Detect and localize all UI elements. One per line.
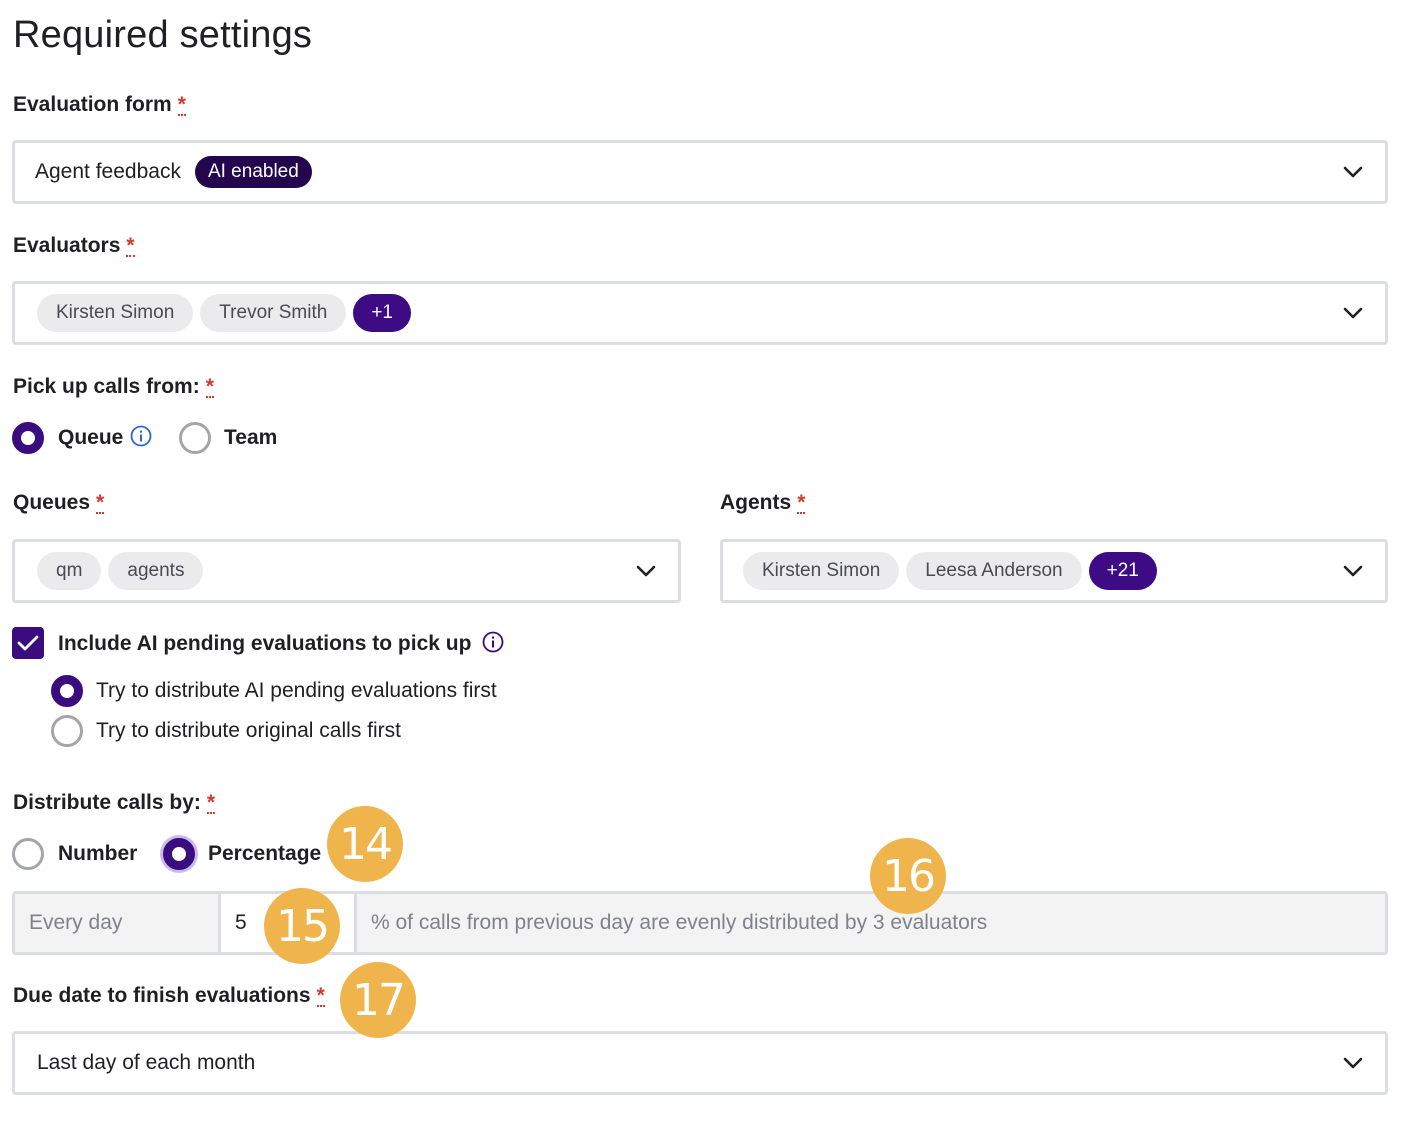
callout-marker: 14: [327, 806, 403, 882]
queues-label: Queues *: [13, 491, 105, 514]
required-mark: *: [96, 491, 105, 514]
required-mark: *: [177, 93, 186, 116]
distribution-rule-row: Every day 5 % of calls from previous day…: [12, 891, 1388, 955]
required-mark: *: [205, 375, 214, 398]
evaluation-form-label: Evaluation form *: [13, 93, 186, 116]
due-date-select[interactable]: Last day of each month: [12, 1031, 1388, 1095]
queue-radio-label[interactable]: Queue: [58, 426, 123, 450]
distribution-description: % of calls from previous day are evenly …: [371, 911, 988, 934]
more-agents-chip[interactable]: +21: [1088, 552, 1157, 590]
queues-select[interactable]: qm agents: [12, 539, 681, 603]
checkmark-icon: [17, 635, 39, 651]
evaluators-select[interactable]: Kirsten Simon Trevor Smith +1: [12, 281, 1388, 345]
agents-label: Agents *: [720, 491, 806, 514]
evaluator-chip: Trevor Smith: [200, 294, 347, 332]
include-ai-pending-checkbox[interactable]: [12, 627, 44, 659]
callout-marker: 17: [340, 962, 416, 1038]
team-radio[interactable]: [179, 422, 211, 454]
agent-chip: Leesa Anderson: [906, 552, 1082, 590]
info-icon[interactable]: [130, 425, 152, 447]
queue-chip: qm: [37, 552, 102, 590]
number-radio[interactable]: [12, 838, 44, 870]
more-evaluators-chip[interactable]: +1: [353, 294, 411, 332]
due-date-value: Last day of each month: [37, 1051, 256, 1074]
frequency-field[interactable]: Every day: [15, 894, 221, 952]
chevron-down-icon[interactable]: [1343, 1056, 1363, 1070]
chevron-down-icon[interactable]: [1343, 165, 1363, 179]
chevron-down-icon[interactable]: [1343, 306, 1363, 320]
info-icon[interactable]: [482, 631, 504, 653]
evaluator-chip: Kirsten Simon: [37, 294, 194, 332]
queue-chip: agents: [108, 552, 204, 590]
agents-select[interactable]: Kirsten Simon Leesa Anderson +21: [720, 539, 1388, 603]
agent-chip: Kirsten Simon: [743, 552, 900, 590]
chevron-down-icon[interactable]: [1343, 564, 1363, 578]
page-title: Required settings: [13, 14, 313, 56]
ai-enabled-badge: AI enabled: [194, 156, 312, 188]
distribute-label: Distribute calls by: *: [13, 791, 216, 814]
ai-pending-first-label[interactable]: Try to distribute AI pending evaluations…: [96, 679, 497, 703]
evaluators-label: Evaluators *: [13, 234, 135, 257]
callout-marker: 15: [264, 888, 340, 964]
evaluation-form-value: Agent feedback: [35, 160, 181, 183]
original-first-label[interactable]: Try to distribute original calls first: [96, 719, 401, 743]
required-mark: *: [316, 984, 325, 1007]
original-first-radio[interactable]: [51, 715, 83, 747]
due-date-label: Due date to finish evaluations *: [13, 984, 325, 1007]
number-radio-label[interactable]: Number: [58, 842, 137, 866]
percentage-radio-label[interactable]: Percentage: [208, 842, 321, 866]
pick-up-label: Pick up calls from: *: [13, 375, 214, 398]
ai-pending-first-radio[interactable]: [51, 675, 83, 707]
evaluation-form-select[interactable]: Agent feedback AI enabled: [12, 140, 1388, 204]
team-radio-label[interactable]: Team: [224, 426, 277, 450]
percentage-radio[interactable]: [163, 838, 195, 870]
include-ai-pending-label[interactable]: Include AI pending evaluations to pick u…: [58, 632, 471, 656]
required-mark: *: [126, 234, 135, 257]
required-mark: *: [797, 491, 806, 514]
chevron-down-icon[interactable]: [636, 564, 656, 578]
callout-marker: 16: [870, 838, 946, 914]
required-mark: *: [206, 791, 216, 814]
queue-radio[interactable]: [12, 422, 44, 454]
